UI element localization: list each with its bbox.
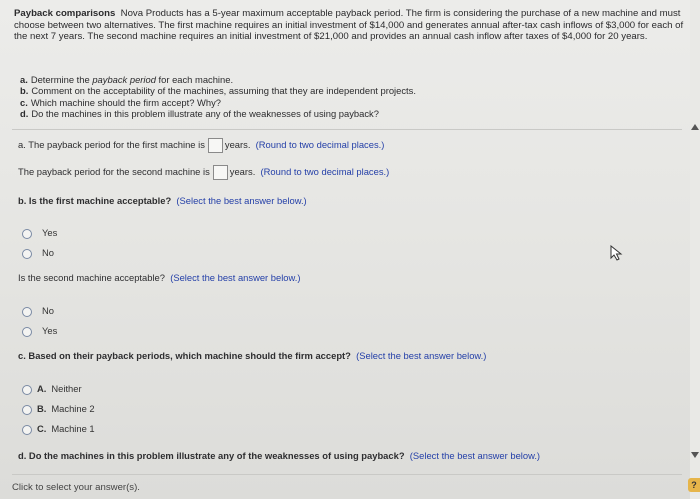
footer-instruction: Click to select your answer(s). — [12, 482, 140, 493]
option-yes[interactable]: Yes — [22, 325, 57, 337]
divider — [12, 129, 682, 130]
question-first-machine-acceptable: b. Is the first machine acceptable? (Sel… — [18, 195, 307, 206]
radio-button[interactable] — [22, 424, 32, 435]
round-hint: (Round to two decimal places.) — [260, 165, 390, 177]
option-no[interactable]: No — [22, 305, 54, 317]
problem-statement: Payback comparisons Nova Products has a … — [14, 8, 690, 43]
radio-button[interactable] — [22, 248, 32, 259]
scroll-down-arrow-icon[interactable] — [691, 452, 699, 458]
question-which-machine: c. Based on their payback periods, which… — [18, 350, 487, 361]
part-d: d. Do the machines in this problem illust… — [20, 108, 379, 120]
question-weaknesses: d. Do the machines in this problem illus… — [18, 450, 541, 461]
radio-button[interactable] — [22, 384, 32, 395]
problem-body: Nova Products has a 5-year maximum accep… — [14, 8, 684, 43]
option-c-machine-1[interactable]: C. Machine 1 — [22, 423, 95, 435]
help-button[interactable]: ? — [688, 478, 700, 492]
part-b: b. Comment on the acceptability of the ma… — [20, 85, 416, 97]
question-payback-machine-1: a. The payback period for the first mach… — [18, 138, 384, 153]
question-second-machine-acceptable: Is the second machine acceptable? (Selec… — [18, 272, 301, 283]
problem-title: Payback comparisons — [14, 8, 116, 19]
radio-button[interactable] — [22, 326, 32, 337]
payback-machine-1-input[interactable] — [207, 138, 223, 153]
payback-machine-2-input[interactable] — [212, 165, 228, 180]
part-a: a. Determine the payback period for each … — [20, 74, 234, 85]
radio-button[interactable] — [22, 228, 32, 239]
question-page: Payback comparisons Nova Products has a … — [0, 0, 690, 499]
question-payback-machine-2: The payback period for the second machin… — [18, 165, 389, 180]
round-hint: (Round to two decimal places.) — [255, 138, 385, 150]
part-c: c. Which machine should the firm accept? … — [20, 96, 222, 108]
option-b-machine-2[interactable]: B. Machine 2 — [22, 403, 95, 415]
scroll-up-arrow-icon[interactable] — [691, 124, 699, 130]
option-yes[interactable]: Yes — [22, 227, 57, 239]
problem-parts: a. Determine the payback period for each … — [20, 74, 416, 120]
scrollbar[interactable] — [690, 0, 700, 499]
radio-button[interactable] — [22, 404, 32, 415]
divider — [12, 474, 682, 475]
radio-button[interactable] — [22, 306, 32, 317]
option-a-neither[interactable]: A. Neither — [22, 383, 82, 395]
option-no[interactable]: No — [22, 247, 54, 259]
mouse-cursor-icon — [610, 245, 623, 261]
